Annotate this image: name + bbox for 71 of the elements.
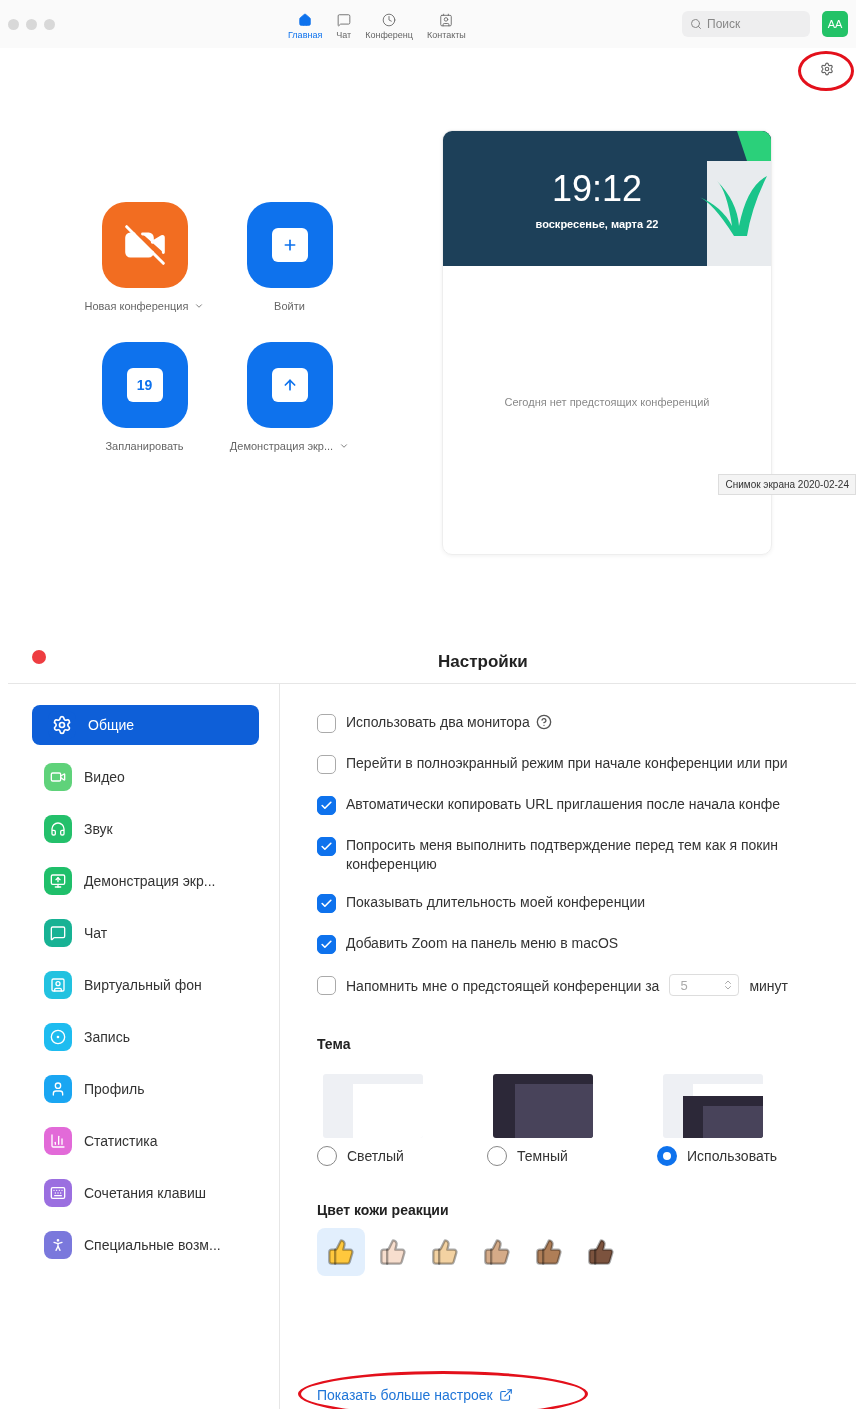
checkbox[interactable] <box>317 796 336 815</box>
plus-icon <box>271 228 308 262</box>
help-icon[interactable] <box>535 714 552 730</box>
option-label: минут <box>749 978 788 994</box>
home-icon <box>298 12 313 27</box>
sidebar-item[interactable]: Общие <box>32 705 259 745</box>
sidebar-item[interactable]: Виртуальный фон <box>32 965 259 1005</box>
chevron-down-icon[interactable] <box>339 441 350 451</box>
option-label: Добавить Zoom на панель меню в macOS <box>346 935 619 951</box>
sidebar-item[interactable]: Запись <box>32 1017 259 1057</box>
option-label: конференцию <box>346 856 438 872</box>
external-link-icon <box>498 1388 513 1402</box>
option-label: Напомнить мне о предстоящей конференции за <box>346 978 660 994</box>
checkbox[interactable] <box>317 894 336 913</box>
nav-tab[interactable]: Главная <box>288 8 323 40</box>
search-icon <box>690 18 702 30</box>
option-label: Перейти в полноэкранный режим при начале конференции или при <box>346 755 788 771</box>
checkbox[interactable] <box>317 976 336 995</box>
clock-date: воскресенье, марта 22 <box>535 217 659 230</box>
sidebar-item[interactable]: Статистика <box>32 1121 259 1161</box>
sidebar-item[interactable]: Чат <box>32 913 259 953</box>
action-label: Новая конференция <box>84 300 189 312</box>
theme-radio[interactable]: Использовать <box>657 1146 777 1166</box>
checkbox[interactable] <box>317 714 336 733</box>
option-label: Использовать два монитора <box>346 714 530 730</box>
sidebar-item[interactable]: Профиль <box>32 1069 259 1109</box>
calendar-icon: 19 <box>126 368 163 402</box>
action-tile[interactable] <box>246 202 333 288</box>
check-icon <box>320 840 333 853</box>
theme-radio[interactable]: Темный <box>487 1146 607 1166</box>
action-tile[interactable]: 19 <box>101 342 188 428</box>
checkbox[interactable] <box>317 755 336 774</box>
section-heading: Тема <box>317 1036 352 1052</box>
nav-tab[interactable]: Конференц <box>365 8 413 40</box>
option-label: Автоматически копировать URL приглашения после начала конфе <box>346 796 780 812</box>
sidebar-item[interactable]: Видео <box>32 757 259 797</box>
section-heading: Цвет кожи реакции <box>317 1202 450 1218</box>
theme-preview[interactable] <box>663 1074 763 1138</box>
empty-message: Сегодня нет предстоящих конференций <box>504 396 710 408</box>
action-tile[interactable] <box>101 202 188 288</box>
chat-bubble-icon <box>336 12 351 27</box>
checkbox[interactable] <box>317 837 336 856</box>
clock-time: 19:12 <box>551 167 643 210</box>
contact-card-icon <box>439 12 454 27</box>
option-label: Попросить меня выполнить подтверждение перед тем как я покин <box>346 837 778 853</box>
action-label: Войти <box>274 300 305 312</box>
more-settings-link[interactable]: Показать больше настроек <box>317 1387 513 1403</box>
nav-tab[interactable]: Чат <box>336 8 352 40</box>
settings-icon[interactable] <box>820 62 834 76</box>
window-title: Настройки <box>438 651 528 672</box>
check-icon <box>320 897 333 910</box>
checkbox[interactable] <box>317 935 336 954</box>
action-label: Запланировать <box>105 440 184 452</box>
option-label: Показывать длительность моей конференции <box>346 894 646 910</box>
sidebar-item[interactable]: Сочетания клавиш <box>32 1173 259 1213</box>
sidebar-item[interactable]: Специальные возм... <box>32 1225 259 1265</box>
sidebar-item[interactable]: Демонстрация экр... <box>32 861 259 901</box>
check-icon <box>320 938 333 951</box>
camera-off-icon <box>122 223 167 267</box>
highlight-ellipse <box>798 51 854 91</box>
action-label: Демонстрация экр... <box>229 440 334 452</box>
action-tile[interactable] <box>246 342 333 428</box>
tooltip: Снимок экрана 2020-02-24 <box>718 474 856 495</box>
search-placeholder: Поиск <box>707 17 741 31</box>
check-icon <box>320 799 333 812</box>
chevron-down-icon[interactable] <box>194 301 205 311</box>
theme-radio[interactable]: Светлый <box>317 1146 437 1166</box>
close-button[interactable] <box>32 650 46 664</box>
sidebar-item[interactable]: Звук <box>32 809 259 849</box>
nav-tab[interactable]: Контакты <box>426 8 466 40</box>
clock-icon <box>382 12 397 27</box>
